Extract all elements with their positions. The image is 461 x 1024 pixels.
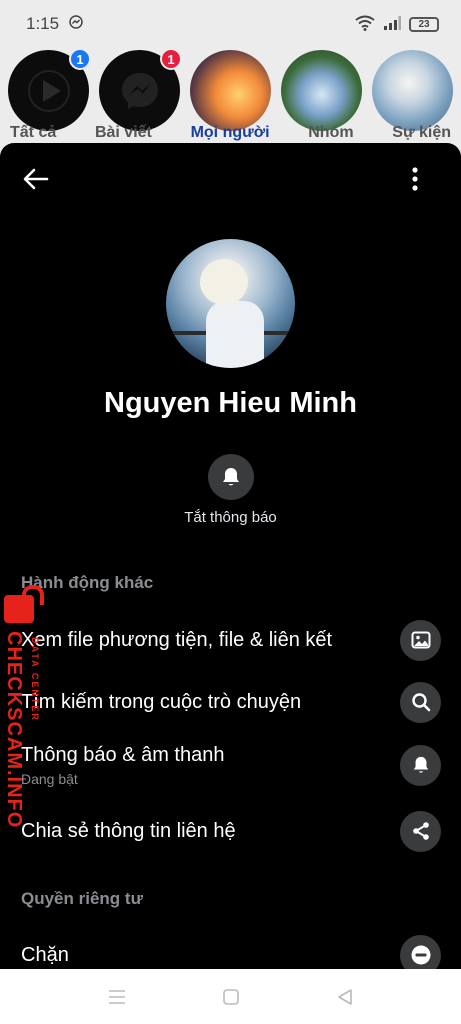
watermark-text: CHECKSCAM.INFO (3, 631, 25, 829)
search-icon (400, 681, 441, 723)
square-icon (222, 988, 239, 1005)
back-button[interactable] (20, 163, 52, 195)
menu-view-media[interactable]: Xem file phương tiện, file & liên kết (0, 610, 461, 670)
menu-block[interactable]: Chặn (0, 925, 461, 969)
mute-button[interactable] (207, 454, 254, 500)
profile-avatar (166, 239, 295, 368)
system-nav-bar (0, 969, 461, 1024)
background-app: 1:15 23 1 1 Tất cả Bài viết Mọi người Nh… (0, 0, 461, 150)
status-bar: 1:15 23 (0, 0, 461, 48)
watermark: CHECKSCAM.INFO DATA CENTER (0, 585, 50, 829)
story-watch[interactable]: 1 (8, 48, 91, 131)
tab-posts[interactable]: Bài viết (95, 124, 152, 142)
triangle-back-icon (337, 988, 352, 1005)
recent-apps-button[interactable] (105, 985, 129, 1009)
status-icons: 23 (355, 15, 439, 34)
bell-icon (222, 468, 239, 486)
signal-icon (383, 15, 401, 33)
menu-search-conversation[interactable]: Tìm kiếm trong cuộc trò chuyện (0, 672, 461, 732)
more-vertical-icon (412, 167, 418, 191)
battery-icon: 23 (409, 16, 439, 32)
profile-name: Nguyen Hieu Minh (104, 387, 357, 419)
menu-label: Chia sẻ thông tin liên hệ (21, 819, 236, 842)
play-icon (27, 69, 70, 112)
menu-label: Thông báo & âm thanh (21, 743, 225, 766)
notification-badge: 1 (160, 48, 182, 70)
home-button[interactable] (219, 985, 243, 1009)
story-row: 1 1 (8, 48, 453, 131)
messenger-icon (121, 72, 158, 109)
bell-icon (400, 744, 441, 786)
menu-notifications-sound[interactable]: Thông báo & âm thanh Đang bật (0, 735, 461, 795)
menu-label: Xem file phương tiện, file & liên kết (21, 628, 333, 651)
watermark-subtext: DATA CENTER (30, 637, 40, 722)
status-time: 1:15 (26, 14, 60, 33)
story-avatar-arch[interactable] (281, 50, 362, 131)
tab-groups[interactable]: Nhóm (308, 124, 353, 142)
lock-icon (4, 585, 44, 623)
share-icon (400, 810, 441, 852)
mute-label: Tắt thông báo (184, 509, 277, 526)
nav-back-button[interactable] (333, 985, 357, 1009)
menu-lines-icon (108, 989, 125, 1004)
mute-action: Tắt thông báo (0, 454, 461, 526)
menu-label: Tìm kiếm trong cuộc trò chuyện (21, 690, 302, 713)
profile-sheet: Nguyen Hieu Minh Tắt thông báo Hành động… (0, 143, 461, 969)
sheet-top-bar (0, 143, 461, 215)
messenger-status-icon (69, 14, 83, 34)
notification-badge: 1 (69, 48, 91, 70)
menu-label: Chặn (21, 943, 69, 966)
story-avatar-sunset[interactable] (190, 50, 271, 131)
story-avatar-profile[interactable] (372, 50, 453, 131)
notifications-status: Đang bật (21, 770, 78, 787)
minus-circle-icon (400, 934, 441, 969)
image-icon (400, 619, 441, 661)
tab-events[interactable]: Sự kiện (392, 124, 451, 142)
wifi-icon (355, 15, 375, 34)
arrow-left-icon (23, 168, 49, 190)
menu-share-contact[interactable]: Chia sẻ thông tin liên hệ (0, 801, 461, 861)
more-options-button[interactable] (401, 163, 429, 195)
search-tabs: Tất cả Bài viết Mọi người Nhóm Sự kiện (0, 124, 461, 142)
section-privacy: Quyền riêng tư (21, 889, 143, 908)
tab-people[interactable]: Mọi người (191, 124, 270, 142)
story-messenger[interactable]: 1 (99, 48, 182, 131)
tab-all[interactable]: Tất cả (10, 124, 56, 142)
